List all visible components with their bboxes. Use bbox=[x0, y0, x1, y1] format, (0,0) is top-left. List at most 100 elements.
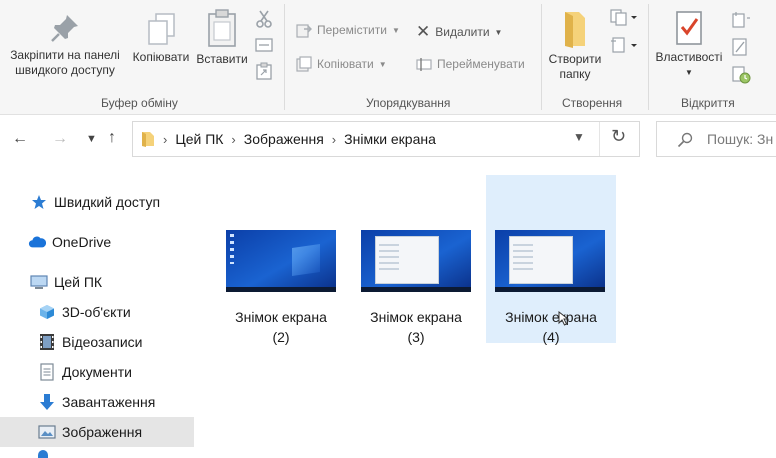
copy-to-icon bbox=[296, 56, 312, 72]
dropdown-arrow-icon: ▼ bbox=[378, 59, 387, 69]
taskbar bbox=[495, 287, 605, 292]
ribbon: Закріпити на панелі швидкого доступу Коп… bbox=[0, 0, 776, 115]
nav-item-this-pc[interactable]: Цей ПК bbox=[0, 267, 194, 297]
paste-label: Вставити bbox=[196, 52, 248, 66]
taskbar bbox=[226, 287, 336, 292]
new-item-icon[interactable] bbox=[610, 8, 638, 26]
pictures-icon bbox=[38, 423, 56, 441]
nav-label: Відеозаписи bbox=[62, 334, 143, 350]
copy-path-icon[interactable] bbox=[255, 38, 273, 52]
paste-shortcut-icon[interactable] bbox=[256, 62, 272, 80]
pin-icon bbox=[51, 15, 78, 42]
recent-locations-chevron-icon[interactable]: ▼ bbox=[86, 133, 97, 145]
star-icon bbox=[30, 193, 48, 211]
address-history-chevron-icon[interactable]: ▼ bbox=[573, 130, 585, 144]
breadcrumb-separator-icon: › bbox=[163, 131, 168, 147]
delete-button[interactable]: ✕ Видалити ▼ bbox=[416, 22, 502, 42]
copy-button[interactable]: Копіювати bbox=[128, 12, 194, 65]
paste-icon bbox=[208, 9, 236, 47]
file-name: Знімок екрана (3) bbox=[338, 307, 494, 347]
breadcrumb-separator-icon: › bbox=[331, 131, 337, 147]
rename-button[interactable]: Перейменувати bbox=[416, 56, 525, 72]
nav-item-downloads[interactable]: Завантаження bbox=[0, 387, 194, 417]
up-arrow-icon[interactable]: ↑ bbox=[108, 129, 116, 147]
window-content bbox=[513, 244, 533, 274]
document-icon bbox=[38, 363, 56, 381]
breadcrumb-pictures[interactable]: Зображення bbox=[244, 131, 324, 147]
cut-icon[interactable] bbox=[255, 9, 273, 29]
file-name: Знімок екрана (2) bbox=[203, 307, 359, 347]
copy-to-button[interactable]: Копіювати ▼ bbox=[296, 56, 387, 72]
nav-item-videos[interactable]: Відеозаписи bbox=[0, 327, 194, 357]
breadcrumb-screenshots[interactable]: Знімки екрана bbox=[344, 131, 436, 147]
clipboard-group-label: Буфер обміну bbox=[101, 96, 178, 110]
breadcrumb-separator-icon: › bbox=[231, 131, 236, 147]
desktop-icons bbox=[230, 234, 234, 264]
file-name-text: Знімок екрана bbox=[235, 309, 327, 325]
rename-icon bbox=[416, 58, 432, 71]
nav-label: Зображення bbox=[62, 424, 143, 440]
file-name-number: (4) bbox=[542, 329, 560, 345]
nav-label: Цей ПК bbox=[54, 274, 103, 290]
move-to-icon bbox=[296, 24, 312, 38]
move-to-button[interactable]: Перемістити ▼ bbox=[296, 22, 400, 38]
new-folder-button[interactable]: Створити папку bbox=[542, 10, 608, 82]
properties-icon bbox=[676, 11, 702, 45]
dropdown-arrow-icon: ▼ bbox=[494, 27, 503, 37]
file-thumbnail bbox=[361, 230, 471, 292]
nav-item-documents[interactable]: Документи bbox=[0, 357, 194, 387]
navigation-pane: Швидкий доступ OneDrive Цей ПК 3D-об'єкт… bbox=[0, 165, 194, 458]
forward-arrow-icon[interactable]: → bbox=[52, 130, 68, 148]
copy-to-label: Копіювати bbox=[317, 57, 374, 71]
pin-label: Закріпити на панелі швидкого доступу bbox=[10, 48, 120, 77]
film-icon bbox=[38, 333, 56, 351]
ribbon-separator bbox=[648, 4, 649, 110]
refresh-icon[interactable]: ↻ bbox=[611, 126, 626, 147]
nav-label: Завантаження bbox=[62, 394, 156, 410]
cube-icon bbox=[38, 303, 56, 321]
ribbon-separator bbox=[284, 4, 285, 110]
dropdown-arrow-icon: ▼ bbox=[391, 25, 400, 35]
file-tile-selected[interactable]: Знімок екрана (4) bbox=[486, 175, 616, 345]
search-input[interactable]: Пошук: Зн bbox=[707, 131, 773, 147]
window-content bbox=[379, 244, 399, 274]
properties-button[interactable]: Властивості ▼ bbox=[650, 10, 728, 80]
file-thumbnail bbox=[226, 230, 336, 292]
properties-label: Властивості bbox=[655, 50, 723, 64]
paste-button[interactable]: Вставити bbox=[194, 8, 250, 67]
music-icon bbox=[38, 450, 48, 458]
delete-label: Видалити bbox=[435, 25, 490, 39]
back-arrow-icon[interactable]: ← bbox=[12, 130, 28, 148]
edit-icon[interactable] bbox=[732, 38, 748, 56]
new-group-label: Створення bbox=[562, 96, 623, 110]
delete-icon: ✕ bbox=[416, 22, 431, 41]
search-box[interactable]: Пошук: Зн bbox=[656, 121, 776, 157]
nav-item-3d-objects[interactable]: 3D-об'єкти bbox=[0, 297, 194, 327]
copy-icon bbox=[148, 13, 175, 45]
address-bar[interactable]: › Цей ПК › Зображення › Знімки екрана ▼ … bbox=[132, 121, 640, 157]
pin-quick-access-button[interactable]: Закріпити на панелі швидкого доступу bbox=[2, 12, 128, 78]
open-icon[interactable] bbox=[732, 10, 752, 28]
cloud-icon bbox=[28, 233, 46, 251]
nav-item-onedrive[interactable]: OneDrive bbox=[0, 227, 194, 257]
computer-icon bbox=[30, 273, 48, 291]
easy-access-icon[interactable] bbox=[610, 36, 638, 54]
nav-label: Швидкий доступ bbox=[54, 194, 161, 210]
nav-label: OneDrive bbox=[52, 234, 112, 250]
nav-item-pictures[interactable]: Зображення bbox=[0, 417, 194, 447]
nav-item-quick-access[interactable]: Швидкий доступ bbox=[0, 187, 194, 217]
open-group-label: Відкриття bbox=[681, 96, 735, 110]
nav-item-music-partial[interactable] bbox=[38, 450, 68, 458]
nav-label: Документи bbox=[62, 364, 132, 380]
new-folder-label: Створити папку bbox=[548, 52, 602, 81]
folder-icon bbox=[142, 132, 154, 147]
download-icon bbox=[38, 393, 56, 411]
copy-label: Копіювати bbox=[132, 50, 190, 64]
breadcrumb-this-pc[interactable]: Цей ПК bbox=[175, 131, 223, 147]
history-icon[interactable] bbox=[732, 66, 752, 84]
file-name-text: Знімок екрана bbox=[370, 309, 462, 325]
nav-label: 3D-об'єкти bbox=[62, 304, 131, 320]
file-tile[interactable]: Знімок екрана (3) bbox=[338, 175, 471, 345]
file-name-number: (3) bbox=[407, 329, 425, 345]
file-tile[interactable]: Знімок екрана (2) bbox=[203, 175, 336, 345]
